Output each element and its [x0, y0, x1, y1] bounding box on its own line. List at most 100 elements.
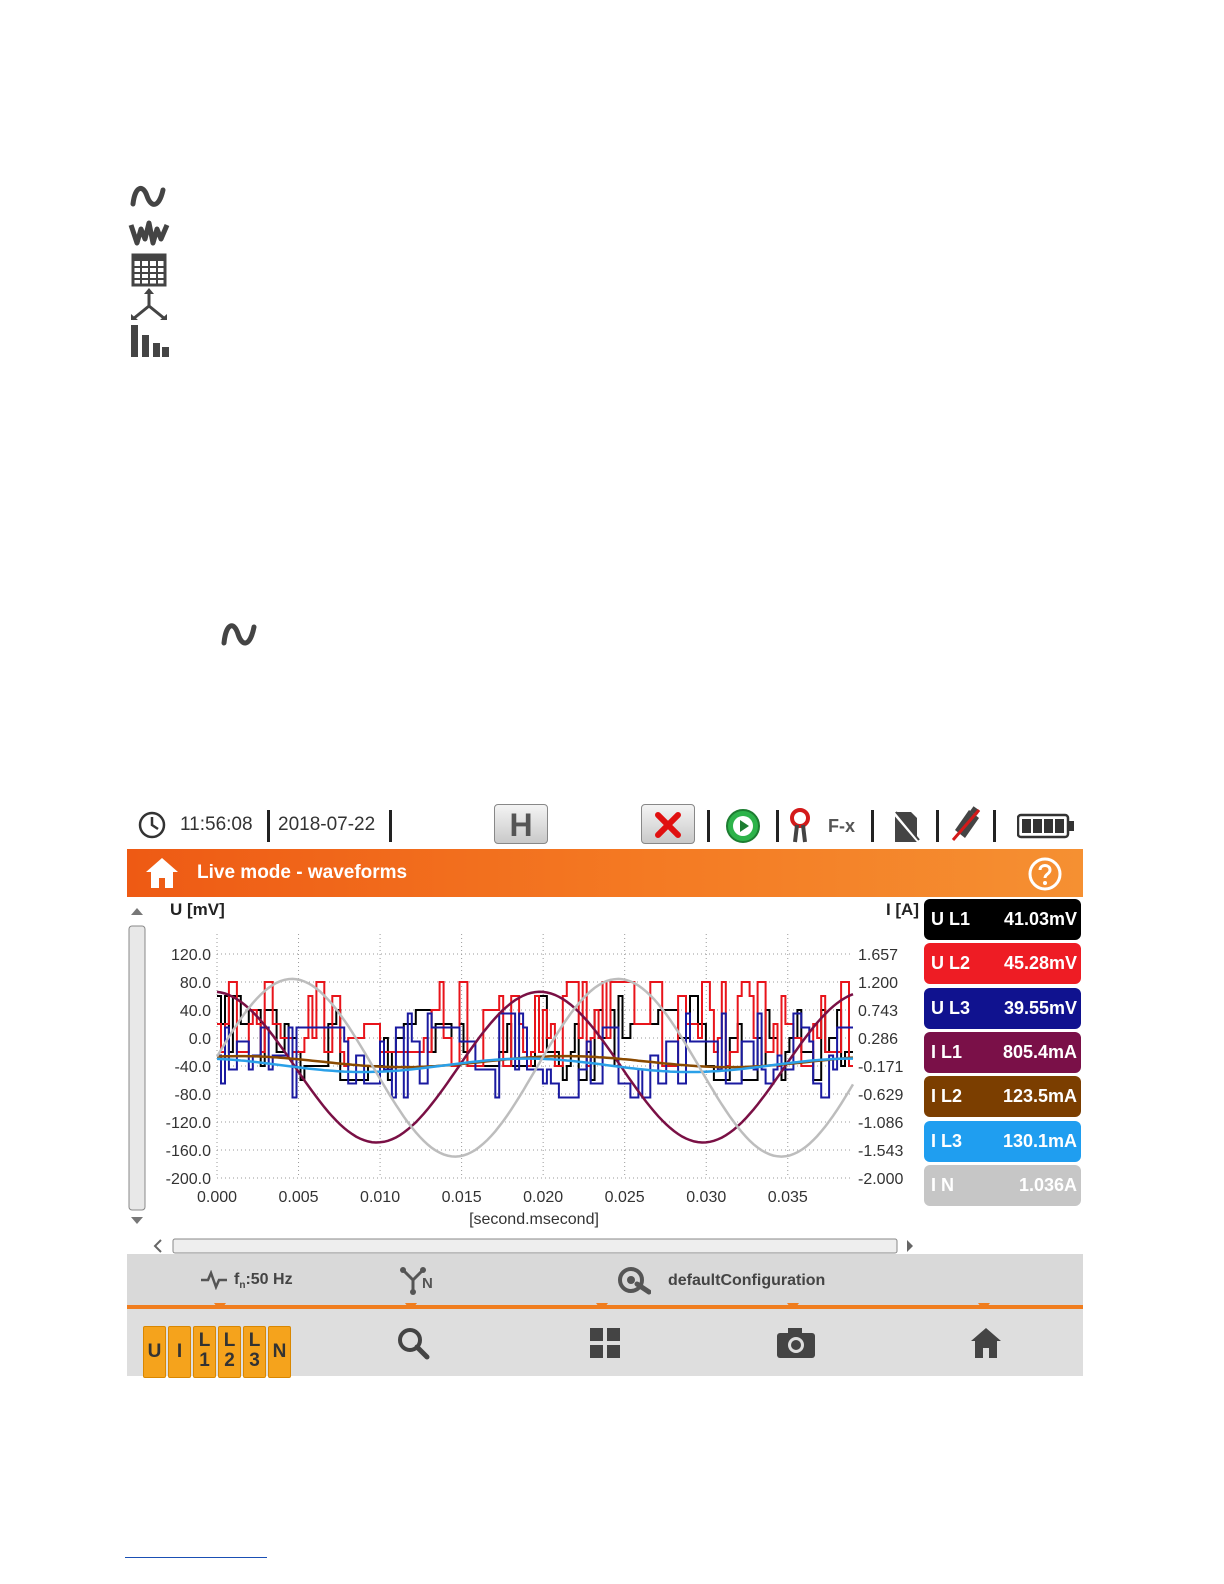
y-right-tick: -1.086: [858, 1115, 903, 1132]
n-toggle[interactable]: N: [268, 1326, 291, 1378]
l2-toggle[interactable]: L2: [218, 1326, 241, 1378]
x-axis-label: [second.msecond]: [469, 1211, 599, 1228]
legend-item[interactable]: I L2 123.5mA: [924, 1076, 1081, 1118]
status-time: 11:56:08: [180, 814, 253, 835]
hold-button[interactable]: H: [494, 804, 548, 844]
waveform-chart: U [mV] I [A] 120.0 1.657 80.0 1.200 40.0 0.74…: [127, 897, 925, 1237]
y-left-tick: -120.0: [166, 1115, 211, 1132]
legend-label: U L1: [931, 909, 971, 929]
device-screen: 11:56:08 2018-07-22 H F-x Live mode - wa…: [127, 800, 1083, 1378]
separator: [776, 810, 779, 842]
legend-value: 45.28mV: [1003, 953, 1077, 974]
legend-item[interactable]: I N 1.036A: [924, 1164, 1081, 1206]
y-left-label: U [mV]: [170, 900, 225, 919]
x-tick: 0.025: [605, 1189, 645, 1206]
i-toggle[interactable]: I: [168, 1326, 191, 1378]
page-title: Live mode - waveforms: [197, 862, 408, 883]
legend-label: U L2: [931, 953, 971, 974]
legend-item[interactable]: U L1 41.03mV: [924, 899, 1081, 940]
footnote-rule: [125, 1557, 267, 1558]
y-left-tick: -160.0: [166, 1143, 211, 1160]
clamp-icon: [787, 808, 813, 849]
view-grid-icon[interactable]: [588, 1326, 622, 1365]
zoom-search-icon[interactable]: [396, 1326, 430, 1365]
configuration-name: defaultConfiguration: [668, 1272, 826, 1289]
status-bar: 11:56:08 2018-07-22 H F-x: [127, 800, 1083, 849]
camera-icon[interactable]: [775, 1326, 817, 1365]
title-bar: Live mode - waveforms: [127, 849, 1083, 897]
home-icon[interactable]: [969, 1326, 1003, 1365]
y-right-tick: -1.543: [858, 1143, 903, 1160]
legend-item[interactable]: I L1 805.4mA: [924, 1031, 1081, 1073]
network-type-icon[interactable]: [399, 1266, 439, 1301]
l1-toggle[interactable]: L1: [193, 1326, 216, 1378]
x-tick: 0.000: [197, 1189, 237, 1206]
separator: [389, 810, 392, 842]
l3-toggle[interactable]: L3: [243, 1326, 266, 1378]
chart-canvas: U [mV] I [A] 120.0 1.657 80.0 1.200 40.0 0.74…: [166, 900, 919, 1228]
x-tick: 0.010: [360, 1189, 400, 1206]
stop-button[interactable]: [641, 804, 695, 844]
sine-wave-icon: [127, 180, 171, 214]
legend-label: I N: [931, 1174, 955, 1195]
horizontal-scrollbar[interactable]: [147, 1236, 923, 1256]
y-left-tick: 40.0: [180, 1003, 211, 1020]
y-left-tick: -40.0: [175, 1059, 212, 1076]
table-grid-icon: [127, 253, 171, 287]
legend-label: I L2: [931, 1086, 963, 1107]
y-right-tick: -0.171: [858, 1059, 903, 1076]
y-right-tick: -0.629: [858, 1087, 903, 1104]
legend-item[interactable]: U L3 39.55mV: [924, 987, 1081, 1029]
y-right-label: I [A]: [886, 900, 919, 919]
usb-disconnected-icon: [949, 806, 983, 849]
y-right-tick: 0.286: [858, 1031, 898, 1048]
legend-item[interactable]: I L3 130.1mA: [924, 1120, 1081, 1162]
frequency-wave-icon: [200, 1269, 228, 1295]
clamp-label: F-x: [828, 816, 855, 836]
separator: [267, 810, 270, 842]
y-right-tick: -2.000: [858, 1171, 903, 1188]
legend-value: 1.036A: [1018, 1174, 1077, 1195]
bottom-toolbar: U I L1 L2 L3 N: [127, 1309, 1083, 1378]
y-right-tick: 1.657: [858, 947, 898, 964]
sine-wave-icon: [218, 616, 262, 654]
battery-icon: [1016, 813, 1075, 844]
close-icon: [655, 812, 681, 843]
legend-value: 805.4mA: [1002, 1041, 1077, 1062]
legend-value: 41.03mV: [1003, 909, 1077, 929]
x-tick: 0.015: [442, 1189, 482, 1206]
channel-select-button[interactable]: U I L1 L2 L3 N: [143, 1309, 293, 1378]
configuration-icon[interactable]: [617, 1266, 652, 1301]
y-right-tick: 1.200: [858, 975, 898, 992]
y-left-tick: -200.0: [166, 1171, 211, 1188]
legend-value: 130.1mA: [1002, 1130, 1077, 1151]
legend-value: 123.5mA: [1002, 1086, 1077, 1107]
network-type-label: N: [422, 1275, 433, 1292]
separator: [936, 810, 939, 842]
legend-label: I L3: [931, 1130, 963, 1151]
distorted-wave-icon: [127, 217, 171, 251]
legend-item[interactable]: U L2 45.28mV: [924, 943, 1081, 985]
frequency-info: fn:50 Hz: [234, 1271, 293, 1292]
separator: [871, 810, 874, 842]
memory-card-icon: [891, 810, 921, 849]
clock-icon: [137, 810, 167, 845]
help-icon[interactable]: [1028, 857, 1062, 896]
legend-label: U L3: [931, 997, 971, 1018]
vertical-scrollbar[interactable]: [127, 899, 147, 1233]
home-icon[interactable]: [144, 856, 180, 895]
y-left-tick: 120.0: [171, 947, 211, 964]
y-right-tick: 0.743: [858, 1003, 898, 1020]
separator: [707, 810, 710, 842]
recording-play-icon[interactable]: [725, 808, 761, 849]
u-toggle[interactable]: U: [143, 1326, 166, 1378]
legend-label: I L1: [931, 1041, 963, 1062]
phasor-diagram-icon: [127, 288, 171, 322]
legend-value: 39.55mV: [1003, 997, 1077, 1018]
hold-label: H: [509, 807, 533, 843]
bar-chart-icon: [127, 323, 171, 357]
x-tick: 0.030: [686, 1189, 726, 1206]
separator: [993, 810, 996, 842]
x-tick: 0.020: [523, 1189, 563, 1206]
info-bar: fn:50 Hz N defaultConfiguration: [127, 1254, 1083, 1305]
